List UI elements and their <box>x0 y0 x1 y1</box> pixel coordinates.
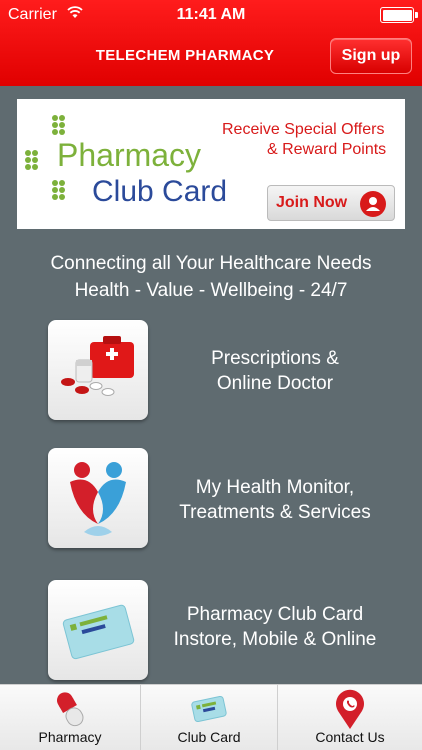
tab-club-card-label: Club Card <box>177 729 241 745</box>
battery-icon <box>380 7 414 23</box>
menu-label-line2: Online Doctor <box>216 373 334 394</box>
sign-up-button[interactable]: Sign up <box>330 38 412 74</box>
tagline-line1: Connecting all Your Healthcare Needs <box>50 253 372 274</box>
tab-pharmacy[interactable]: Pharmacy <box>0 685 140 750</box>
tab-club-card[interactable]: Club Card <box>140 685 278 750</box>
status-time: 11:41 AM <box>176 6 246 23</box>
club-card-icon <box>189 689 229 734</box>
menu-item-health-monitor[interactable]: My Health Monitor, Treatments & Services <box>0 448 422 548</box>
menu-item-club-card[interactable]: Pharmacy Club Card Instore, Mobile & Onl… <box>0 580 422 680</box>
menu-item-prescriptions[interactable]: Prescriptions & Online Doctor <box>0 320 422 420</box>
menu-label-line1: Pharmacy Club Card <box>186 604 364 625</box>
tab-contact-us-label: Contact Us <box>315 729 385 745</box>
banner-brand-pharmacy: Pharmacy <box>57 137 202 173</box>
menu-label-line1: My Health Monitor, <box>195 477 355 498</box>
menu-label-club-card: Pharmacy Club Card Instore, Mobile & Onl… <box>150 602 400 652</box>
banner-offer-line2: & Reward Points <box>267 141 387 158</box>
tab-bar: Pharmacy Club Card Contact Us <box>0 684 422 750</box>
page-title: TELECHEM PHARMACY <box>95 47 275 64</box>
join-now-button[interactable]: Join Now <box>267 185 395 221</box>
join-now-label: Join Now <box>276 194 348 211</box>
battery-tip <box>415 12 418 18</box>
tab-pharmacy-label: Pharmacy <box>38 729 102 745</box>
tab-contact-us[interactable]: Contact Us <box>278 685 422 750</box>
health-people-icon[interactable] <box>48 448 148 548</box>
club-card-banner[interactable]: Pharmacy Club Card Receive Special Offer… <box>17 99 405 229</box>
status-bar: Carrier 11:41 AM <box>0 0 422 30</box>
tagline-line2: Health - Value - Wellbeing - 24/7 <box>74 280 348 301</box>
pill-icon <box>53 689 87 734</box>
join-person-icon <box>360 191 386 217</box>
menu-label-health-monitor: My Health Monitor, Treatments & Services <box>150 475 400 525</box>
first-aid-kit-icon[interactable] <box>48 320 148 420</box>
app-header: Carrier 11:41 AM TELECHEM PHARMACY Sign … <box>0 0 422 86</box>
banner-brand-club-card: Club Card <box>92 175 228 208</box>
menu-label-line2: Treatments & Services <box>179 502 371 523</box>
banner-offer-line1: Receive Special Offers <box>222 121 385 138</box>
club-card-icon[interactable] <box>48 580 148 680</box>
menu-label-prescriptions: Prescriptions & Online Doctor <box>150 346 400 396</box>
menu-label-line2: Instore, Mobile & Online <box>173 629 377 650</box>
menu-label-line1: Prescriptions & <box>211 348 339 369</box>
